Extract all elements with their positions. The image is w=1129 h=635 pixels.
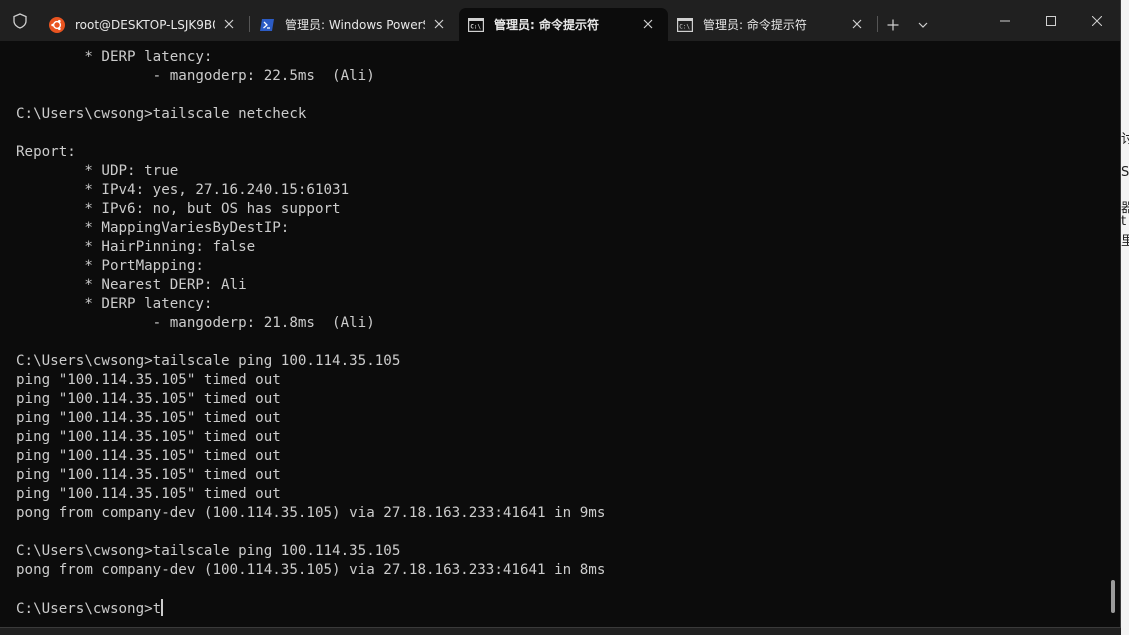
svg-text:C:\: C:\: [679, 23, 690, 30]
admin-shield-icon: [0, 0, 40, 41]
close-icon[interactable]: [849, 16, 865, 32]
terminal-line: * Nearest DERP: Ali: [16, 277, 247, 293]
tab-powershell[interactable]: 管理员: Windows PowerShell: [250, 8, 459, 41]
terminal-line: - mangoderp: 22.5ms (Ali): [16, 68, 375, 84]
terminal-line: * PortMapping:: [16, 258, 204, 274]
tab-cmd-active[interactable]: C:\ 管理员: 命令提示符: [459, 8, 668, 41]
terminal-line: Report:: [16, 144, 76, 160]
tab-cmd[interactable]: C:\ 管理员: 命令提示符: [668, 8, 877, 41]
terminal-line: ping "100.114.35.105" timed out: [16, 391, 281, 407]
tab-label: 管理员: 命令提示符: [703, 18, 807, 32]
terminal-line: * IPv6: no, but OS has support: [16, 201, 341, 217]
tab-dropdown-button[interactable]: [908, 8, 938, 41]
maximize-icon: [1046, 15, 1056, 26]
terminal-line: C:\Users\cwsong>tailscale netcheck: [16, 106, 307, 122]
terminal-line: pong from company-dev (100.114.35.105) v…: [16, 562, 606, 578]
maximize-button[interactable]: [1028, 0, 1074, 41]
terminal-line: C:\Users\cwsong>tailscale ping 100.114.3…: [16, 543, 401, 559]
prompt-line[interactable]: C:\Users\cwsong>t: [16, 599, 1106, 618]
close-icon: [1092, 15, 1102, 26]
cmd-icon: C:\: [468, 17, 484, 33]
cmd-icon: C:\: [677, 17, 693, 33]
terminal-line: * UDP: true: [16, 163, 179, 179]
background-text: 讨: [1121, 132, 1129, 147]
terminal-line: C:\Users\cwsong>tailscale ping 100.114.3…: [16, 353, 401, 369]
powershell-icon: [259, 17, 275, 33]
current-input[interactable]: t: [153, 601, 162, 617]
tab-label: 管理员: 命令提示符: [494, 18, 599, 32]
minimize-icon: [1000, 20, 1010, 21]
text-cursor: [161, 599, 164, 616]
terminal-line: ping "100.114.35.105" timed out: [16, 467, 281, 483]
background-text: t: [1121, 214, 1127, 229]
new-tab-button[interactable]: [878, 8, 908, 41]
terminal-line: - mangoderp: 21.8ms (Ali): [16, 315, 375, 331]
window-controls: [982, 0, 1120, 41]
background-text: S: [1121, 165, 1129, 180]
scrollbar-thumb[interactable]: [1111, 580, 1115, 613]
terminal-line: ping "100.114.35.105" timed out: [16, 410, 281, 426]
terminal-line: * DERP latency:: [16, 49, 213, 65]
tab-label: root@DESKTOP-LSJK9B0: [75, 17, 215, 32]
terminal-line: * IPv4: yes, 27.16.240.15:61031: [16, 182, 350, 198]
terminal-line: ping "100.114.35.105" timed out: [16, 448, 281, 464]
plus-icon: [887, 19, 899, 30]
background-text: 里: [1121, 234, 1129, 249]
close-icon[interactable]: [640, 16, 656, 32]
terminal-line: * DERP latency:: [16, 296, 213, 312]
close-window-button[interactable]: [1074, 0, 1120, 41]
terminal-line: ping "100.114.35.105" timed out: [16, 486, 281, 502]
terminal-line: * HairPinning: false: [16, 239, 256, 255]
tab-ubuntu[interactable]: root@DESKTOP-LSJK9B0: [40, 8, 249, 41]
background-window-edge: 讨S器t里: [1121, 0, 1129, 635]
minimize-button[interactable]: [982, 0, 1028, 41]
scrollbar[interactable]: [1110, 48, 1116, 613]
terminal-output[interactable]: * DERP latency: - mangoderp: 22.5ms (Ali…: [16, 48, 1106, 618]
terminal-line: ping "100.114.35.105" timed out: [16, 372, 281, 388]
chevron-down-icon: [918, 22, 928, 28]
close-icon[interactable]: [221, 16, 237, 32]
terminal-line: ping "100.114.35.105" timed out: [16, 429, 281, 445]
prompt: C:\Users\cwsong>: [16, 601, 153, 617]
svg-text:C:\: C:\: [470, 23, 481, 30]
ubuntu-icon: [49, 16, 65, 33]
terminal-window: root@DESKTOP-LSJK9B0 管理员: Windows PowerS…: [0, 0, 1121, 628]
terminal-line: pong from company-dev (100.114.35.105) v…: [16, 505, 606, 521]
terminal-line: * MappingVariesByDestIP:: [16, 220, 290, 236]
title-bar: root@DESKTOP-LSJK9B0 管理员: Windows PowerS…: [0, 0, 1120, 41]
close-icon[interactable]: [431, 16, 447, 32]
tab-label: 管理员: Windows PowerShell: [285, 18, 425, 32]
